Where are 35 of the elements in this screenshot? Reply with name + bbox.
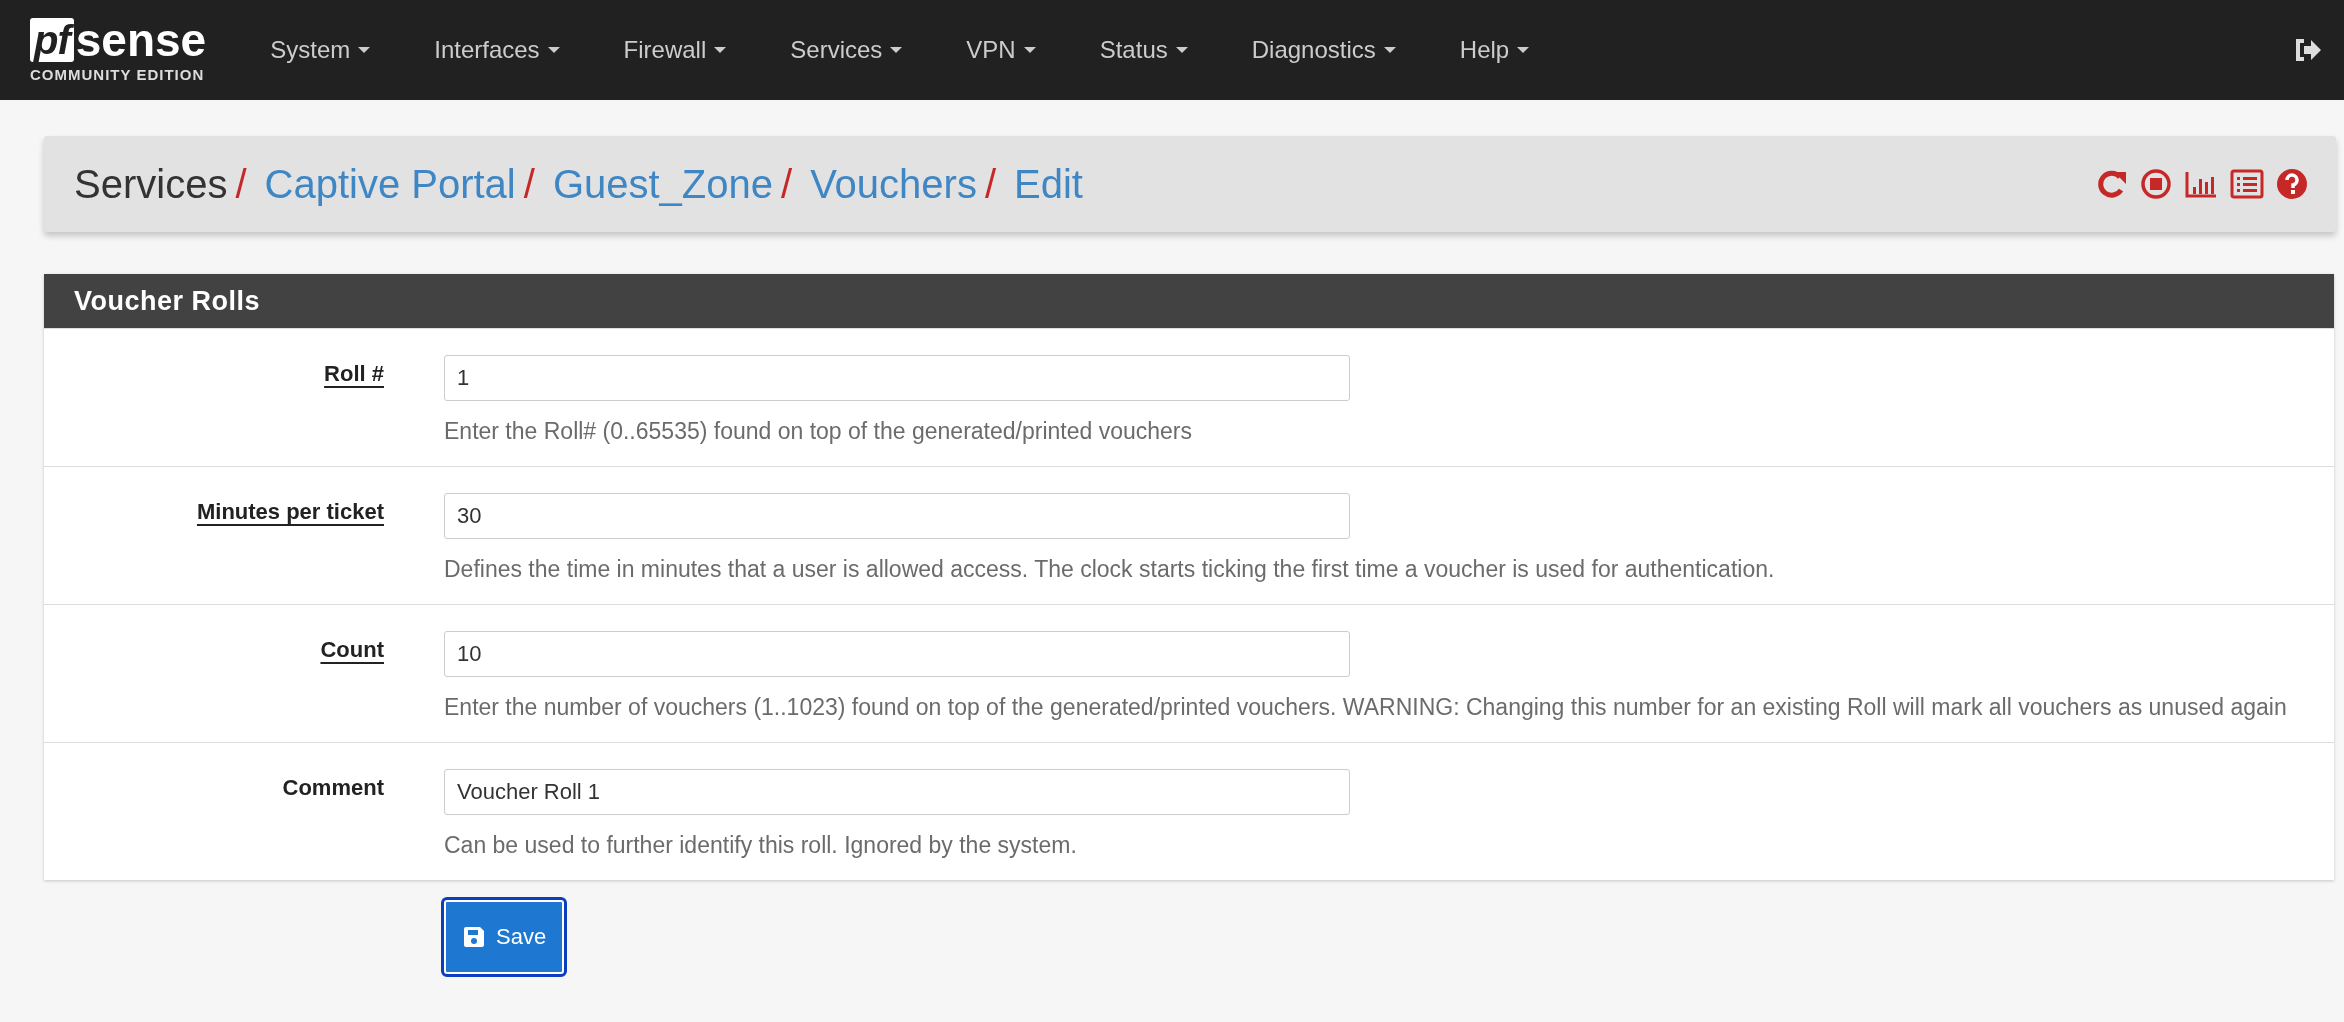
- logout-icon[interactable]: [2294, 38, 2322, 62]
- breadcrumb-separator: /: [781, 161, 793, 207]
- field-label: Comment: [282, 774, 384, 802]
- nav-menu-item[interactable]: Interfaces: [434, 36, 560, 64]
- breadcrumb-text: Services: [74, 161, 228, 207]
- logo-mark[interactable]: pf: [30, 17, 74, 62]
- help-icon[interactable]: [2276, 168, 2308, 200]
- field-label: Count: [320, 636, 384, 664]
- nav-menu-item[interactable]: Status: [1099, 36, 1188, 64]
- input-field[interactable]: Voucher Roll 1: [444, 769, 1350, 815]
- save-button[interactable]: Save: [444, 900, 565, 974]
- list-icon[interactable]: [2230, 169, 2264, 199]
- nav-menu-item[interactable]: System: [270, 36, 371, 64]
- nav-menu-item[interactable]: Firewall: [623, 36, 727, 64]
- input-field[interactable]: 10: [444, 631, 1350, 677]
- nav-menu-item[interactable]: Help: [1459, 36, 1530, 64]
- input-field[interactable]: 1: [444, 355, 1350, 401]
- nav-menu-item[interactable]: VPN: [966, 36, 1036, 64]
- input-field[interactable]: 30: [444, 493, 1350, 539]
- logo-edition: COMMUNITY EDITION: [30, 65, 205, 83]
- breadcrumb-separator: /: [235, 161, 247, 207]
- help-text: Defines the time in minutes that a user is allowed access. The clock starts ticking the first time a voucher is used for authentication.: [444, 555, 1776, 584]
- field-label: Minutes per ticket: [196, 498, 384, 526]
- help-text: Enter the Roll# (0..65535) found on top of the generated/printed vouchers: [444, 417, 1193, 446]
- breadcrumb-separator: /: [523, 161, 535, 207]
- help-text: Can be used to further identify this roll. Ignored by the system.: [444, 831, 1078, 860]
- panel-title: Voucher Rolls: [44, 274, 2334, 328]
- nav-menu-item[interactable]: Services: [790, 36, 903, 64]
- help-text: Enter the number of vouchers (1..1023) found on top of the generated/printed vouchers. WARNING: Changing this number for an existing Roll will mark all vouchers as unused again: [444, 693, 2288, 722]
- stop-icon[interactable]: [2140, 168, 2172, 200]
- nav-menu-item[interactable]: Diagnostics: [1251, 36, 1396, 64]
- field-label: Roll #: [324, 360, 384, 388]
- bar-chart-icon[interactable]: [2184, 169, 2218, 199]
- breadcrumb-separator: /: [984, 161, 997, 207]
- logo-wordmark[interactable]: sense: [75, 17, 207, 62]
